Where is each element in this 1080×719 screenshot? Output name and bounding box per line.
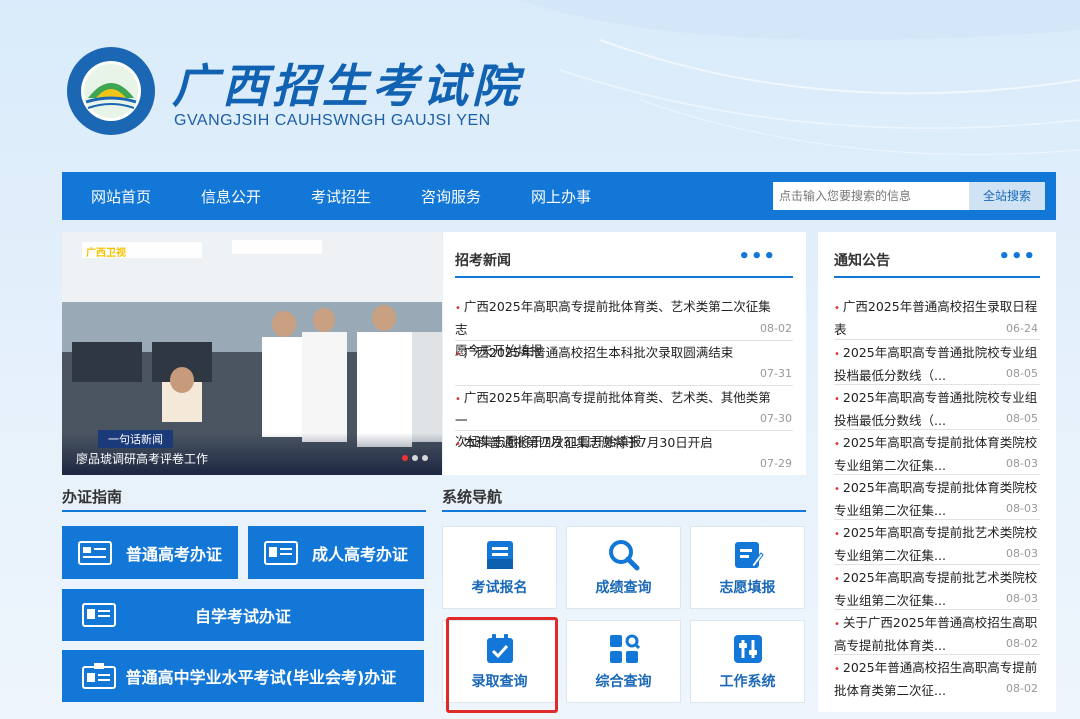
- notice-date: 08-02: [1006, 682, 1038, 695]
- notice-more-button[interactable]: •••: [998, 246, 1036, 267]
- divider: [442, 510, 806, 512]
- notice-date: 08-03: [1006, 502, 1038, 515]
- self-study-certificate-button[interactable]: 自学考试办证: [62, 589, 424, 641]
- edit-form-icon: [734, 541, 764, 568]
- bullet-icon: •: [455, 349, 461, 360]
- bullet-icon: •: [834, 574, 840, 585]
- carousel-dot[interactable]: [402, 455, 408, 461]
- tile-application-filling[interactable]: 志愿填报: [690, 526, 805, 609]
- site-subtitle: GVANGJSIH CAUHSWNGH GAUJSI YEN: [174, 112, 491, 129]
- adult-exam-certificate-button[interactable]: 成人高考办证: [248, 526, 424, 579]
- id-card-icon: [82, 603, 116, 627]
- guide-section-title: 办证指南: [62, 488, 123, 506]
- news-date: 07-30: [760, 412, 792, 425]
- notice-date: 08-03: [1006, 592, 1038, 605]
- system-section-title: 系统导航: [442, 488, 503, 506]
- bullet-icon: •: [455, 303, 461, 314]
- divider: [834, 564, 1040, 565]
- tile-exam-registration[interactable]: 考试报名: [442, 526, 557, 609]
- sliders-icon: [733, 634, 762, 663]
- news-date: 07-31: [760, 367, 792, 380]
- caption-tag: 一句话新闻: [98, 430, 173, 448]
- notice-panel: 通知公告 ••• • 广西2025年普通高校招生录取日程表 06-24 • 2025…: [818, 232, 1056, 712]
- divider: [834, 384, 1040, 385]
- divider: [62, 510, 426, 512]
- id-card-icon: [263, 540, 298, 565]
- carousel-dot[interactable]: [412, 455, 418, 461]
- bullet-icon: •: [834, 394, 840, 405]
- highlight-annotation: [446, 617, 558, 713]
- divider: [834, 429, 1040, 430]
- divider: [455, 276, 793, 278]
- tile-comprehensive-query[interactable]: 综合查询: [566, 620, 681, 703]
- bullet-icon: •: [455, 439, 461, 450]
- divider: [455, 385, 793, 386]
- notice-date: 08-03: [1006, 547, 1038, 560]
- notice-date: 08-03: [1006, 457, 1038, 470]
- tile-score-query[interactable]: 成绩查询: [566, 526, 681, 609]
- certificate-icon: [82, 663, 116, 689]
- notice-date: 06-24: [1006, 322, 1038, 335]
- main-nav: 网站首页 信息公开 考试招生 咨询服务 网上办事 全站搜索: [62, 172, 1056, 220]
- notice-date: 08-05: [1006, 367, 1038, 380]
- grid-search-icon: [609, 634, 640, 663]
- news-more-button[interactable]: •••: [738, 246, 776, 267]
- carousel-dots: [402, 455, 428, 461]
- bullet-icon: •: [834, 484, 840, 495]
- bullet-icon: •: [834, 529, 840, 540]
- news-item[interactable]: • 本科普通批第四次征集志愿将于7月30日开启: [455, 432, 775, 455]
- divider: [834, 519, 1040, 520]
- news-date: 08-02: [760, 322, 792, 335]
- search-input[interactable]: [773, 182, 969, 210]
- news-panel: 招考新闻 ••• • 广西2025年高职高专提前批体育类、艺术类第二次征集志 愿今…: [443, 232, 806, 475]
- bullet-icon: •: [455, 394, 461, 405]
- news-panel-title: 招考新闻: [455, 253, 511, 269]
- news-item[interactable]: • 广西2025年普通高校招生本科批次录取圆满结束: [455, 342, 775, 365]
- bullet-icon: •: [834, 349, 840, 360]
- divider: [455, 430, 793, 431]
- academic-test-certificate-button[interactable]: 普通高中学业水平考试(毕业会考)办证: [62, 650, 424, 702]
- bullet-icon: •: [834, 619, 840, 630]
- nav-item-exam[interactable]: 考试招生: [286, 186, 396, 207]
- nav-item-home[interactable]: 网站首页: [66, 186, 176, 207]
- carousel-caption: 廖品琥调研高考评卷工作: [76, 452, 209, 466]
- notice-date: 08-05: [1006, 412, 1038, 425]
- nav-item-info[interactable]: 信息公开: [176, 186, 286, 207]
- bullet-icon: •: [834, 303, 840, 314]
- bullet-icon: •: [834, 439, 840, 450]
- news-carousel[interactable]: 广西卫视 一句话新闻 廖品琥调研高考评卷工作: [62, 232, 442, 475]
- divider: [834, 654, 1040, 655]
- divider: [834, 276, 1040, 278]
- nav-item-online[interactable]: 网上办事: [506, 186, 616, 207]
- institute-logo-icon: [67, 47, 155, 135]
- divider: [834, 609, 1040, 610]
- registration-icon: [486, 540, 513, 569]
- search-button[interactable]: 全站搜索: [969, 182, 1045, 210]
- magnifier-icon: [608, 539, 639, 570]
- carousel-dot[interactable]: [422, 455, 428, 461]
- news-date: 07-29: [760, 457, 792, 470]
- station-logo: 广西卫视: [86, 248, 126, 259]
- tile-work-system[interactable]: 工作系统: [690, 620, 805, 703]
- divider: [455, 340, 793, 341]
- notice-panel-title: 通知公告: [834, 253, 890, 269]
- id-card-icon: [77, 540, 112, 565]
- gaokao-certificate-button[interactable]: 普通高考办证: [62, 526, 238, 579]
- nav-item-consult[interactable]: 咨询服务: [396, 186, 506, 207]
- divider: [834, 474, 1040, 475]
- bullet-icon: •: [834, 664, 840, 675]
- site-title: 广西招生考试院: [172, 59, 522, 113]
- notice-date: 08-02: [1006, 637, 1038, 650]
- divider: [834, 339, 1040, 340]
